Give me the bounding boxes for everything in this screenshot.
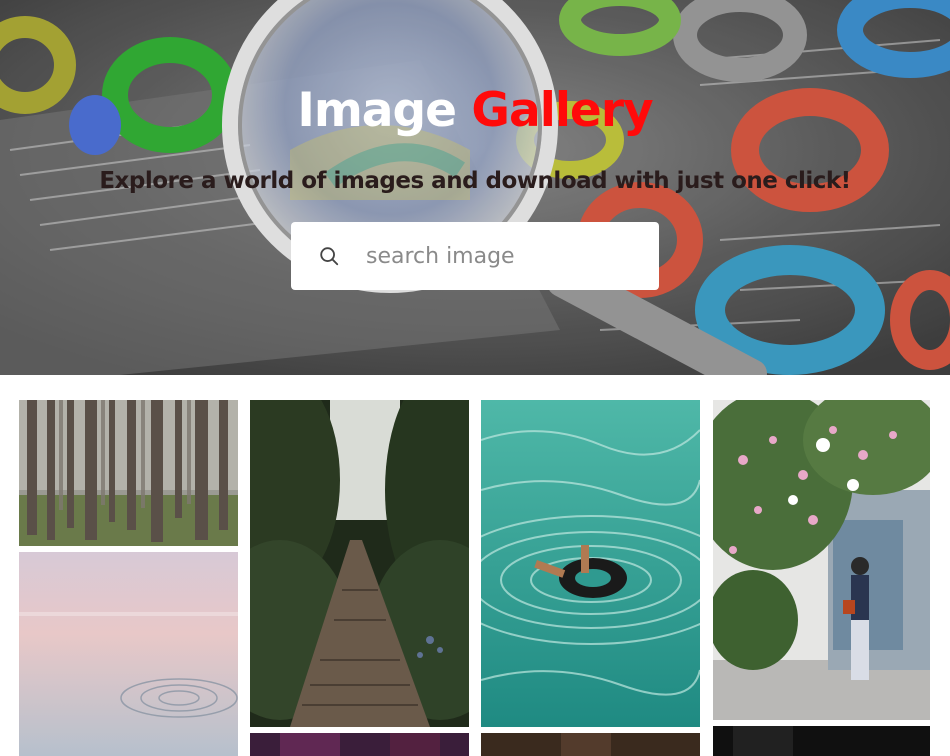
search-input[interactable]	[366, 236, 646, 276]
gallery-card-swimmer[interactable]	[481, 400, 700, 727]
swimmer-in-tube-image	[481, 400, 700, 727]
purple-partial-image	[250, 733, 469, 756]
page-title-accent: Gallery	[471, 83, 653, 138]
gallery-card-purple[interactable]	[250, 733, 469, 756]
brown-partial-image	[481, 733, 700, 756]
gallery-card-forest[interactable]	[19, 400, 238, 546]
wooden-bridge-forest-image	[250, 400, 469, 727]
flowers-and-girl-image	[713, 400, 930, 720]
image-gallery	[0, 375, 950, 756]
page-title-main: Image	[297, 83, 457, 138]
gallery-card-flowers[interactable]	[713, 400, 930, 720]
gallery-card-dark[interactable]	[713, 726, 930, 756]
search-icon	[320, 247, 339, 266]
search-box[interactable]	[291, 222, 659, 290]
water-ripple-image	[19, 552, 238, 756]
forest-trees-image	[19, 400, 238, 546]
hero-banner: Image Gallery Explore a world of images …	[0, 0, 950, 375]
page-subtitle: Explore a world of images and download w…	[99, 168, 851, 194]
page-title: Image Gallery	[0, 83, 950, 139]
gallery-card-brown[interactable]	[481, 733, 700, 756]
dark-partial-image	[713, 726, 930, 756]
gallery-card-bridge[interactable]	[250, 400, 469, 727]
gallery-card-water[interactable]	[19, 552, 238, 756]
